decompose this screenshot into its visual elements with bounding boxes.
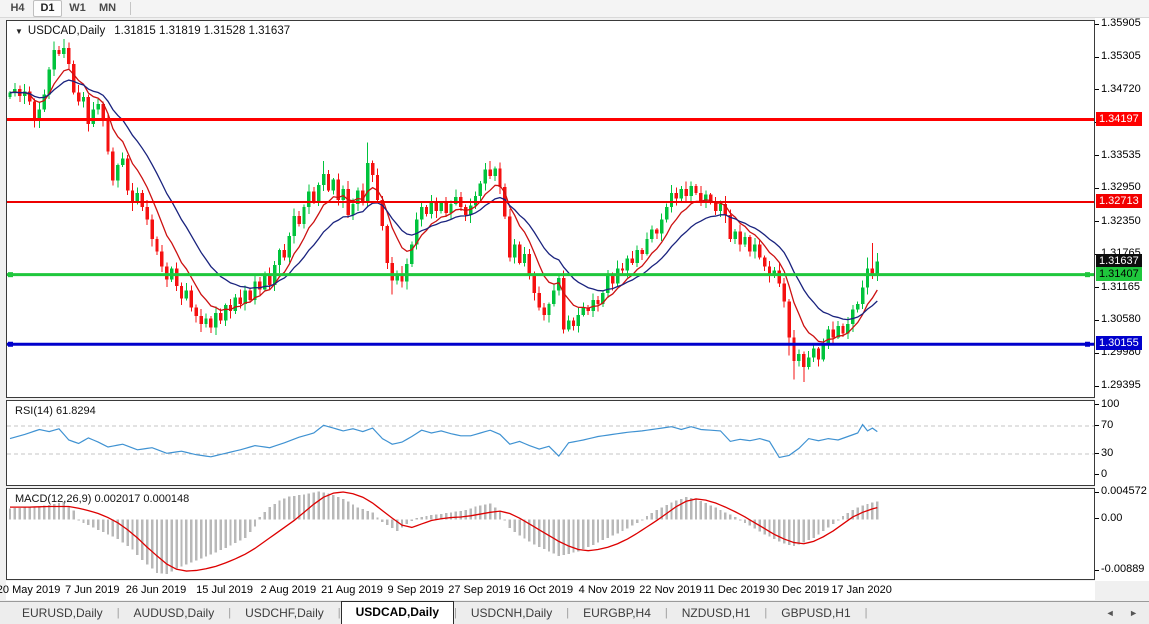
tab-scroll-left-icon[interactable]: ◄ — [1106, 608, 1121, 618]
chart-tab-eurusd[interactable]: EURUSD,Daily — [8, 603, 117, 624]
price-axis-label: 1.34720 — [1101, 83, 1141, 95]
date-axis-label: 20 May 2019 — [0, 584, 60, 596]
chart-tabs-bar: EURUSD,Daily|AUDUSD,Daily|USDCHF,Daily|U… — [0, 601, 1149, 624]
chart-ohlc-values: 1.31815 1.31819 1.31528 1.31637 — [114, 25, 290, 37]
price-badge-1.32713: 1.32713 — [1096, 194, 1142, 208]
price-axis-tick — [1095, 188, 1099, 189]
date-axis-label: 30 Dec 2019 — [767, 584, 829, 596]
macd-axis-label: 0.004572 — [1101, 485, 1147, 497]
date-axis-label: 21 Aug 2019 — [321, 584, 383, 596]
price-axis-tick — [1095, 89, 1099, 90]
rsi-label: RSI(14) 61.8294 — [15, 405, 96, 417]
macd-axis-tick — [1095, 492, 1099, 493]
price-badge-1.31407: 1.31407 — [1096, 267, 1142, 281]
rsi-axis-tick — [1095, 453, 1099, 454]
macd-panel[interactable]: MACD(12,26,9) 0.002017 0.000148 — [6, 488, 1095, 580]
macd-axis-tick — [1095, 518, 1099, 519]
price-axis-tick — [1095, 287, 1099, 288]
macd-axis-tick — [1095, 570, 1099, 571]
price-axis-label: 1.35905 — [1101, 17, 1141, 29]
ma-line-18 — [10, 80, 877, 320]
chart-symbol-label: USDCAD,Daily — [28, 25, 105, 37]
rsi-panel[interactable]: RSI(14) 61.8294 — [6, 400, 1095, 486]
price-axis-label: 1.31165 — [1101, 281, 1140, 293]
hline-handle[interactable] — [8, 272, 13, 277]
price-chart-panel[interactable]: ▼ USDCAD,Daily 1.31815 1.31819 1.31528 1.3… — [6, 20, 1095, 398]
chart-tab-audusd[interactable]: AUDUSD,Daily — [120, 603, 229, 624]
rsi-axis-label: 0 — [1101, 468, 1107, 480]
date-axis-label: 9 Sep 2019 — [388, 584, 444, 596]
rsi-chart[interactable] — [7, 401, 1094, 485]
date-axis-label: 16 Oct 2019 — [513, 584, 573, 596]
date-axis[interactable]: 20 May 20197 Jun 201926 Jun 201915 Jul 2… — [6, 581, 1095, 600]
price-axis-label: 1.30580 — [1101, 313, 1141, 325]
price-badge-1.30155: 1.30155 — [1096, 336, 1142, 350]
chart-title: ▼ USDCAD,Daily 1.31815 1.31819 1.31528 1.3… — [15, 25, 290, 37]
toolbar-separator — [130, 2, 131, 15]
chart-tab-usdchf[interactable]: USDCHF,Daily — [231, 603, 338, 624]
candles — [8, 39, 879, 382]
timeframe-button-d1[interactable]: D1 — [33, 0, 62, 17]
chart-tab-eurgbp[interactable]: EURGBP,H4 — [569, 603, 665, 624]
rsi-axis-tick — [1095, 474, 1099, 475]
date-axis-label: 7 Jun 2019 — [65, 584, 119, 596]
date-axis-label: 22 Nov 2019 — [639, 584, 701, 596]
timeframe-button-w1[interactable]: W1 — [63, 0, 92, 17]
price-axis-label: 1.29395 — [1101, 379, 1141, 391]
price-axis-tick — [1095, 155, 1099, 156]
date-axis-label: 4 Nov 2019 — [579, 584, 635, 596]
terminal-window: H4D1W1MN ▼ USDCAD,Daily 1.31815 1.31819 1.… — [0, 0, 1149, 624]
price-axis-label: 1.32350 — [1101, 215, 1141, 227]
tab-separator: | — [865, 607, 868, 619]
date-axis-label: 27 Sep 2019 — [448, 584, 510, 596]
symbol-dropdown-icon[interactable]: ▼ — [15, 27, 23, 36]
hline-handle[interactable] — [1085, 272, 1090, 277]
chart-tab-usdcad[interactable]: USDCAD,Daily — [341, 601, 454, 624]
chart-tab-gbpusd[interactable]: GBPUSD,H1 — [767, 603, 864, 624]
chart-tab-usdcnh[interactable]: USDCNH,Daily — [457, 603, 566, 624]
date-axis-label: 15 Jul 2019 — [196, 584, 253, 596]
price-axis-tick — [1095, 386, 1099, 387]
macd-axis-label: -0.00889 — [1101, 563, 1144, 575]
ma-line-8 — [10, 69, 877, 342]
rsi-axis-tick — [1095, 425, 1099, 426]
tab-scroll-arrows[interactable]: ◄ ► — [1106, 608, 1144, 618]
date-axis-label: 11 Dec 2019 — [703, 584, 765, 596]
date-axis-label: 17 Jan 2020 — [831, 584, 892, 596]
chart-tab-nzdusd[interactable]: NZDUSD,H1 — [668, 603, 765, 624]
macd-label: MACD(12,26,9) 0.002017 0.000148 — [15, 493, 189, 505]
price-badge-1.34197: 1.34197 — [1096, 112, 1142, 126]
date-axis-label: 2 Aug 2019 — [260, 584, 316, 596]
candlestick-chart[interactable] — [7, 21, 1094, 397]
rsi-axis-label: 70 — [1101, 419, 1113, 431]
hline-handle[interactable] — [8, 342, 13, 347]
macd-axis-label: 0.00 — [1101, 512, 1122, 524]
rsi-axis-label: 30 — [1101, 447, 1113, 459]
price-axis-tick — [1095, 221, 1099, 222]
timeframe-button-h4[interactable]: H4 — [3, 0, 32, 17]
rsi-axis-label: 100 — [1101, 398, 1119, 410]
hline-handle[interactable] — [1085, 342, 1090, 347]
price-axis-label: 1.35305 — [1101, 50, 1141, 62]
price-axis-tick — [1095, 24, 1099, 25]
price-axis[interactable]: 1.359051.353051.347201.341351.335351.329… — [1095, 18, 1149, 581]
rsi-axis-tick — [1095, 404, 1099, 405]
price-axis-tick — [1095, 57, 1099, 58]
price-axis-label: 1.33535 — [1101, 149, 1141, 161]
tab-scroll-right-icon[interactable]: ► — [1129, 608, 1144, 618]
timeframe-toolbar: H4D1W1MN — [0, 0, 1149, 18]
rsi-line — [10, 425, 877, 458]
date-axis-label: 26 Jun 2019 — [126, 584, 187, 596]
price-axis-tick — [1095, 353, 1099, 354]
price-axis-label: 1.32950 — [1101, 181, 1141, 193]
timeframe-button-mn[interactable]: MN — [93, 0, 122, 17]
price-axis-tick — [1095, 320, 1099, 321]
